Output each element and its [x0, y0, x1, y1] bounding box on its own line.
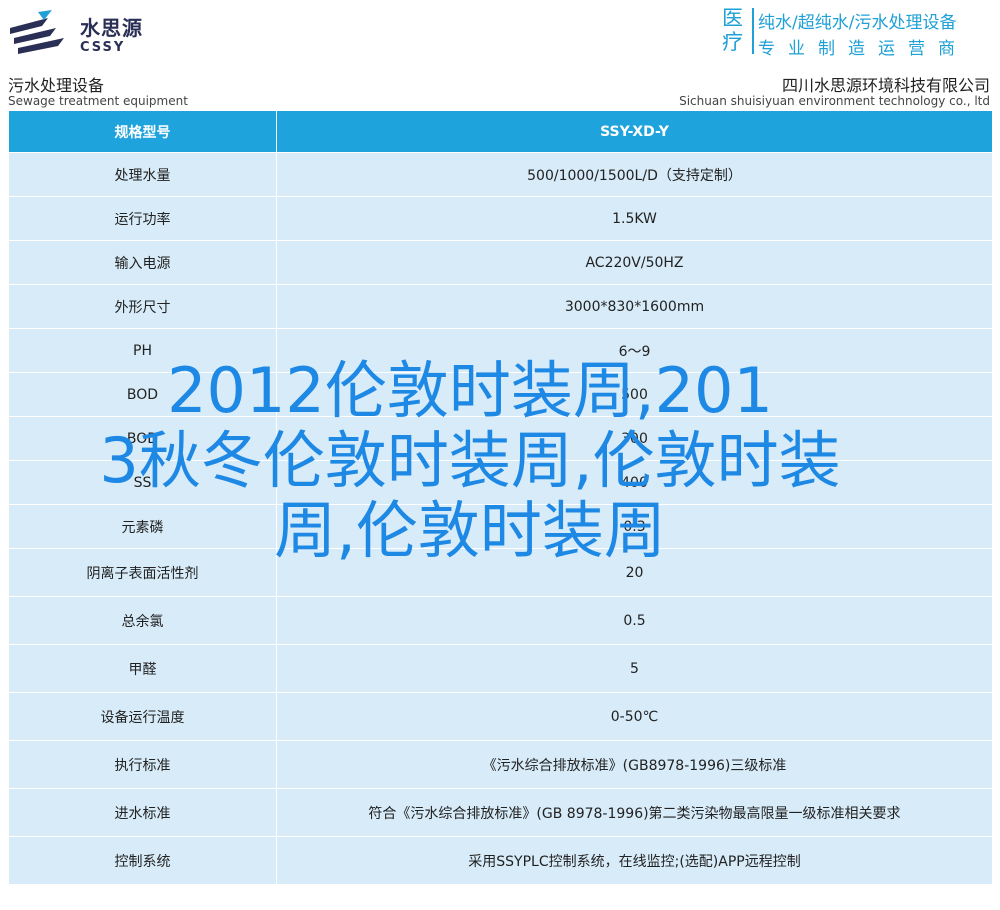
- row-label-cell: 设备运行温度: [8, 692, 277, 741]
- header-value-cell: SSY-XD-Y: [276, 110, 993, 153]
- row-label-cell: BOD: [8, 372, 277, 417]
- row-label-cell: 总余氯: [8, 596, 277, 645]
- row-label-cell: 输入电源: [8, 240, 277, 285]
- brand-big-text: 医疗: [722, 6, 743, 54]
- row-value-cell: 1.5KW: [276, 196, 993, 241]
- table-row: PH 6～9: [8, 328, 993, 373]
- table-row: SS 400: [8, 460, 993, 505]
- company-name-cn: 四川水思源环境科技有限公司: [781, 76, 990, 95]
- row-value-cell: 3000*830*1600mm: [276, 284, 993, 329]
- product-title-en: Sewage treatment equipment: [8, 94, 188, 108]
- row-value-cell: 500/1000/1500L/D（支持定制）: [276, 152, 993, 197]
- row-value-cell: 5: [276, 644, 993, 693]
- row-label-cell: 阴离子表面活性剂: [8, 548, 277, 597]
- row-label-cell: PH: [8, 328, 277, 373]
- water-logo-icon: [10, 10, 64, 54]
- table-header-row: 规格型号 SSY-XD-Y: [8, 110, 993, 153]
- logo-text-en: CSSY: [80, 40, 126, 55]
- brand-line-1: 纯水/超纯水/污水处理设备: [758, 13, 957, 33]
- row-label-cell: 处理水量: [8, 152, 277, 197]
- row-label-cell: 元素磷: [8, 504, 277, 549]
- table-row: 甲醛 5: [8, 644, 993, 693]
- brand-divider: [752, 8, 754, 54]
- row-value-cell: 20: [276, 548, 993, 597]
- table-row: 处理水量 500/1000/1500L/D（支持定制）: [8, 152, 993, 197]
- row-label-cell: 执行标准: [8, 740, 277, 789]
- table-row: 执行标准 《污水综合排放标准》(GB8978-1996)三级标准: [8, 740, 993, 789]
- row-label-cell: 进水标准: [8, 788, 277, 837]
- table-row: 控制系统 采用SSYPLC控制系统，在线监控;(选配)APP远程控制: [8, 836, 993, 885]
- brand-slogan: 医疗 纯水/超纯水/污水处理设备 专业制造运营商: [722, 6, 994, 59]
- row-value-cell: 6～9: [276, 328, 993, 373]
- brand-line-2: 专业制造运营商: [758, 39, 968, 59]
- row-value-cell: 符合《污水综合排放标准》(GB 8978-1996)第二类污染物最高限量一级标准…: [276, 788, 993, 837]
- row-value-cell: 300: [276, 416, 993, 461]
- table-row: 运行功率 1.5KW: [8, 196, 993, 241]
- row-value-cell: 0.5: [276, 596, 993, 645]
- table-row: 元素磷 0.3: [8, 504, 993, 549]
- row-label-cell: SS: [8, 460, 277, 505]
- row-value-cell: 0-50℃: [276, 692, 993, 741]
- row-label-cell: 甲醛: [8, 644, 277, 693]
- row-label-cell: 运行功率: [8, 196, 277, 241]
- row-value-cell: 采用SSYPLC控制系统，在线监控;(选配)APP远程控制: [276, 836, 993, 885]
- company-name-en: Sichuan shuisiyuan environment technolog…: [679, 94, 990, 108]
- page-header: 水思源 CSSY 医疗 纯水/超纯水/污水处理设备 专业制造运营商: [0, 0, 1000, 60]
- row-label-cell: BOD: [8, 416, 277, 461]
- table-row: 设备运行温度 0-50℃: [8, 692, 993, 741]
- row-value-cell: 400: [276, 460, 993, 505]
- logo-text-cn: 水思源: [80, 16, 143, 40]
- table-row: 进水标准 符合《污水综合排放标准》(GB 8978-1996)第二类污染物最高限量…: [8, 788, 993, 837]
- header-label-cell: 规格型号: [8, 110, 277, 153]
- row-value-cell: 500: [276, 372, 993, 417]
- row-value-cell: 《污水综合排放标准》(GB8978-1996)三级标准: [276, 740, 993, 789]
- title-bar: 污水处理设备 Sewage treatment equipment 四川水思源环…: [0, 66, 1000, 110]
- row-value-cell: 0.3: [276, 504, 993, 549]
- product-title-cn: 污水处理设备: [8, 76, 105, 95]
- row-label-cell: 控制系统: [8, 836, 277, 885]
- row-value-cell: AC220V/50HZ: [276, 240, 993, 285]
- row-label-cell: 外形尺寸: [8, 284, 277, 329]
- table-row: BOD 300: [8, 416, 993, 461]
- table-row: BOD 500: [8, 372, 993, 417]
- spec-table: 规格型号 SSY-XD-Y 处理水量 500/1000/1500L/D（支持定制）…: [8, 110, 993, 885]
- spec-table-body: 规格型号 SSY-XD-Y 处理水量 500/1000/1500L/D（支持定制）…: [8, 110, 993, 885]
- table-row: 阴离子表面活性剂 20: [8, 548, 993, 597]
- table-row: 外形尺寸 3000*830*1600mm: [8, 284, 993, 329]
- table-row: 总余氯 0.5: [8, 596, 993, 645]
- company-logo[interactable]: 水思源 CSSY: [8, 6, 148, 55]
- table-row: 输入电源 AC220V/50HZ: [8, 240, 993, 285]
